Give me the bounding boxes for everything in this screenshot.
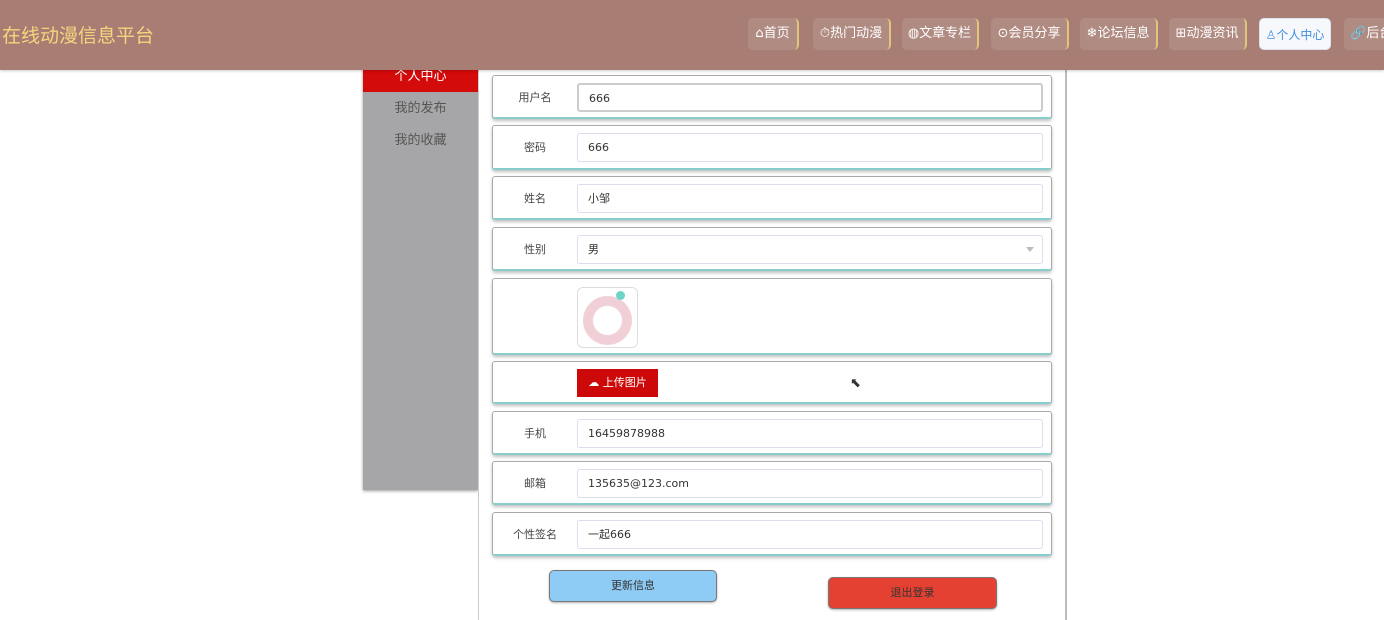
clock-icon: ⏱ xyxy=(819,26,831,41)
username-label: 用户名 xyxy=(518,90,552,104)
update-info-button[interactable]: 更新信息 xyxy=(549,570,717,602)
signature-row: 个性签名 一起666 xyxy=(492,512,1052,556)
email-row: 邮箱 135635@123.com xyxy=(492,461,1052,505)
upload-row: ☁ 上传图片 xyxy=(492,361,1052,404)
avatar-row xyxy=(492,278,1052,355)
nav-label: 动漫资讯 xyxy=(1186,26,1239,41)
gender-label: 性别 xyxy=(524,242,546,256)
name-row: 姓名 小邹 xyxy=(492,176,1052,220)
nav-admin[interactable]: 🔗后台 xyxy=(1344,18,1384,50)
nav-label: 会员分享 xyxy=(1008,26,1061,41)
email-input[interactable]: 135635@123.com xyxy=(577,469,1043,498)
chevron-down-icon xyxy=(1026,247,1034,252)
phone-row: 手机 16459878988 xyxy=(492,411,1052,455)
news-icon: ⊞ xyxy=(1175,26,1187,41)
sidebar-item-my-posts[interactable]: 我的发布 xyxy=(363,94,478,124)
nav-label: 文章专栏 xyxy=(919,26,972,41)
nav-member-share[interactable]: ⊙会员分享 xyxy=(991,18,1069,50)
signature-input[interactable]: 一起666 xyxy=(577,520,1043,549)
home-icon: ⌂ xyxy=(755,26,764,41)
signature-label: 个性签名 xyxy=(513,527,557,541)
password-row: 密码 666 xyxy=(492,125,1052,170)
balloon-icon xyxy=(616,291,625,300)
email-label: 邮箱 xyxy=(524,476,546,490)
nav-forum[interactable]: ❄论坛信息 xyxy=(1080,18,1158,50)
nav-label: 热门动漫 xyxy=(830,26,883,41)
nav-hot-anime[interactable]: ⏱热门动漫 xyxy=(813,18,891,50)
gender-row: 性别 男 xyxy=(492,227,1052,271)
mouse-cursor-icon: ⬉ xyxy=(850,376,861,391)
nav-label: 首页 xyxy=(763,26,790,41)
profile-form: 用户名 666 密码 666 姓名 小邹 性别 男 ☁ 上传图片 手机 1645… xyxy=(478,60,1067,620)
gender-value: 男 xyxy=(588,243,599,256)
snowflake-icon: ❄ xyxy=(1086,26,1098,41)
avatar xyxy=(577,287,638,348)
sidebar-item-my-favorites[interactable]: 我的收藏 xyxy=(363,126,478,156)
site-title[interactable]: 在线动漫信息平台 xyxy=(2,21,154,48)
upload-label: 上传图片 xyxy=(602,376,647,389)
header: 在线动漫信息平台 ⌂首页 ⏱热门动漫 ◍文章专栏 ⊙会员分享 ❄论坛信息 ⊞动漫… xyxy=(0,0,1384,70)
nav-label: 个人中心 xyxy=(1276,28,1325,42)
nav-anime-news[interactable]: ⊞动漫资讯 xyxy=(1169,18,1247,50)
sidebar: 个人中心 我的发布 我的收藏 xyxy=(363,62,478,490)
upload-image-button[interactable]: ☁ 上传图片 xyxy=(577,369,658,397)
username-row: 用户名 666 xyxy=(492,75,1052,119)
username-input[interactable]: 666 xyxy=(577,83,1043,112)
password-label: 密码 xyxy=(524,141,546,154)
name-input[interactable]: 小邹 xyxy=(577,184,1043,213)
link-icon: 🔗 xyxy=(1350,26,1367,41)
phone-label: 手机 xyxy=(524,426,546,440)
nav-personal-center[interactable]: ♙个人中心 xyxy=(1259,18,1331,50)
nav-label: 后台 xyxy=(1366,26,1384,41)
cloud-upload-icon: ☁ xyxy=(588,376,603,389)
nav-articles[interactable]: ◍文章专栏 xyxy=(902,18,979,50)
phone-input[interactable]: 16459878988 xyxy=(577,419,1043,448)
nav-home[interactable]: ⌂首页 xyxy=(748,18,799,50)
gender-select[interactable]: 男 xyxy=(577,235,1043,264)
name-label: 姓名 xyxy=(524,191,546,205)
compass-icon: ⊙ xyxy=(997,26,1009,41)
logout-button[interactable]: 退出登录 xyxy=(828,577,997,609)
nav-label: 论坛信息 xyxy=(1097,26,1150,41)
password-input[interactable]: 666 xyxy=(577,133,1043,162)
globe-icon: ◍ xyxy=(907,26,920,41)
user-icon: ♙ xyxy=(1265,28,1277,42)
